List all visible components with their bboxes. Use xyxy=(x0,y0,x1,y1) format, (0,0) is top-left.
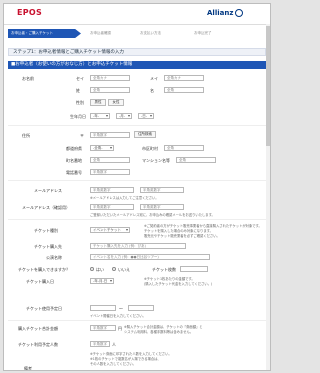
gender-label: 性別 xyxy=(76,100,84,105)
email-note: ※メールアドレスは入力してご注意ください。 xyxy=(90,196,159,200)
ticket-note-3: 販売元やチケット販売業者を必ずご確認ください。 xyxy=(144,234,220,238)
no-radio[interactable] xyxy=(112,267,116,271)
use-date-note: イベント開催日を入力してください。 xyxy=(90,314,146,318)
email-input[interactable]: 半角英数字 xyxy=(90,187,134,193)
email-confirm-input[interactable]: 半角英数字 xyxy=(90,204,134,210)
progress-steps: お申込者・ご購入チケット お申込者確認 お支払い方法 お申込完了 xyxy=(8,29,266,38)
step-2: お申込者確認 xyxy=(90,31,111,35)
use-count-note-3: その人数を入力してください。 xyxy=(90,362,136,366)
sei-input[interactable]: 全角 xyxy=(90,87,130,93)
phone-label: 電話番号 xyxy=(66,170,82,175)
divider xyxy=(8,180,266,181)
mei-input[interactable]: 全角 xyxy=(164,87,204,93)
step-3: お支払い方法 xyxy=(140,31,161,35)
epos-logo[interactable]: EPOS xyxy=(17,8,42,17)
building-label: マンション名等 xyxy=(142,158,170,163)
use-date-to-input[interactable] xyxy=(128,305,154,311)
ticket-vendor-label: チケット購入先 xyxy=(34,244,62,249)
birthdate-label: 生年月日 xyxy=(70,114,86,119)
purchase-date-select[interactable]: -年-月-日 xyxy=(90,278,114,284)
mei-label: 名 xyxy=(150,88,154,93)
ticket-type-select[interactable]: イベントチケット xyxy=(90,227,130,233)
zip-mark: 〒 xyxy=(80,133,84,138)
yes-radio[interactable] xyxy=(90,267,94,271)
city-input[interactable]: 全角 xyxy=(164,145,204,151)
ticket-vendor-input[interactable]: チケット購入先を入力 (例：ぴあ) xyxy=(90,243,186,249)
event-name-label: 公演名称 xyxy=(46,255,62,260)
email-label: メールアドレス xyxy=(34,188,62,193)
divider xyxy=(8,320,266,321)
use-count-unit: 人 xyxy=(112,342,116,347)
use-date-from-input[interactable] xyxy=(90,305,116,311)
birth-day-select[interactable]: -日- xyxy=(138,113,154,119)
section-subtitle-bar: ■お申込者（お使いの方がおなじ方）とお申込チケット情報 xyxy=(8,61,266,69)
ticket-type-label: チケット種別 xyxy=(34,228,58,233)
phone-input[interactable]: 半角数字 xyxy=(90,169,130,175)
divider xyxy=(8,125,266,126)
email-confirm-label: メールアドレス（確認用） xyxy=(22,205,70,210)
sei-kana-label: セイ xyxy=(76,76,84,81)
divider xyxy=(8,219,266,220)
address-search-button[interactable]: 住所検索 xyxy=(134,131,156,138)
gender-female-button[interactable]: 女性 xyxy=(108,99,124,106)
total-amount-input[interactable]: 半角数字 xyxy=(90,325,116,331)
use-count-input[interactable]: 半角数字 xyxy=(90,341,110,347)
use-count-label: チケット利用予定人数 xyxy=(18,342,58,347)
email-confirm-note: ご登録いただいたメールアドレス宛に、お申込みの確認メールをお送りいたします。 xyxy=(90,213,215,217)
building-input[interactable]: 全角 xyxy=(176,157,216,163)
address-label: 住所 xyxy=(22,133,30,138)
name-label: お名前 xyxy=(22,76,34,81)
remarks-label: 備考 xyxy=(24,366,32,371)
event-name-input[interactable]: イベント名を入力 (例：●●日比谷ツアー) xyxy=(90,254,210,260)
agreement-label: チケットを購入できますか？ xyxy=(18,267,70,272)
form-window: EPOS Allianz お申込者・ご購入チケット お申込者確認 お支払い方法 … xyxy=(3,3,271,371)
total-amount-unit: 円 xyxy=(118,326,122,331)
ticket-qty-input[interactable] xyxy=(180,266,208,272)
prefecture-select[interactable]: -全角- xyxy=(90,145,114,151)
date-separator: 〜 xyxy=(119,306,123,311)
mei-kana-label: メイ xyxy=(150,76,158,81)
scrollbar-thumb[interactable] xyxy=(266,26,270,146)
amount-note-2: (購入したチケット代金を入力してください。) xyxy=(144,282,213,286)
zip-input[interactable]: 半角数字 xyxy=(90,132,130,138)
birth-month-select[interactable]: -月- xyxy=(116,113,132,119)
allianz-logo[interactable]: Allianz xyxy=(207,9,244,17)
allianz-eagle-icon xyxy=(235,9,244,17)
total-amount-label: 購入チケット合計金額 xyxy=(18,326,58,331)
step-1: お申込者・ご購入チケット xyxy=(8,29,81,38)
section-title: ステップ1：お申込者情報とご購入チケット情報の入力 xyxy=(8,48,266,56)
birth-year-select[interactable]: -年- xyxy=(90,113,110,119)
mei-kana-input[interactable]: 全角カナ xyxy=(164,75,204,81)
step-4: お申込完了 xyxy=(194,31,212,35)
site-header: EPOS Allianz xyxy=(4,4,270,25)
no-label: いいえ xyxy=(118,267,130,272)
gender-male-button[interactable]: 男性 xyxy=(90,99,106,106)
page: EPOS Allianz お申込者・ご購入チケット お申込者確認 お支払い方法 … xyxy=(0,0,274,373)
purchase-date-label: チケット購入日 xyxy=(26,279,54,284)
sei-kana-input[interactable]: 全角カナ xyxy=(90,75,130,81)
yes-label: はい xyxy=(96,267,104,272)
email-domain-input[interactable]: 半角英数字 xyxy=(140,187,184,193)
town-input[interactable]: 全角 xyxy=(90,157,130,163)
city-label: 市区町村 xyxy=(142,146,158,151)
town-label: 町名番地 xyxy=(66,158,82,163)
ticket-qty-label: チケット枚数 xyxy=(152,267,176,272)
total-amount-note-2: システム利用料、各種手数料等は含みません。 xyxy=(124,330,194,334)
allianz-logo-text: Allianz xyxy=(207,9,234,17)
use-date-label: チケット使用予定日 xyxy=(26,306,62,311)
prefecture-label: 都道府県 xyxy=(66,146,82,151)
sei-label: 姓 xyxy=(76,88,80,93)
email-confirm-domain-input[interactable]: 半角英数字 xyxy=(140,204,184,210)
